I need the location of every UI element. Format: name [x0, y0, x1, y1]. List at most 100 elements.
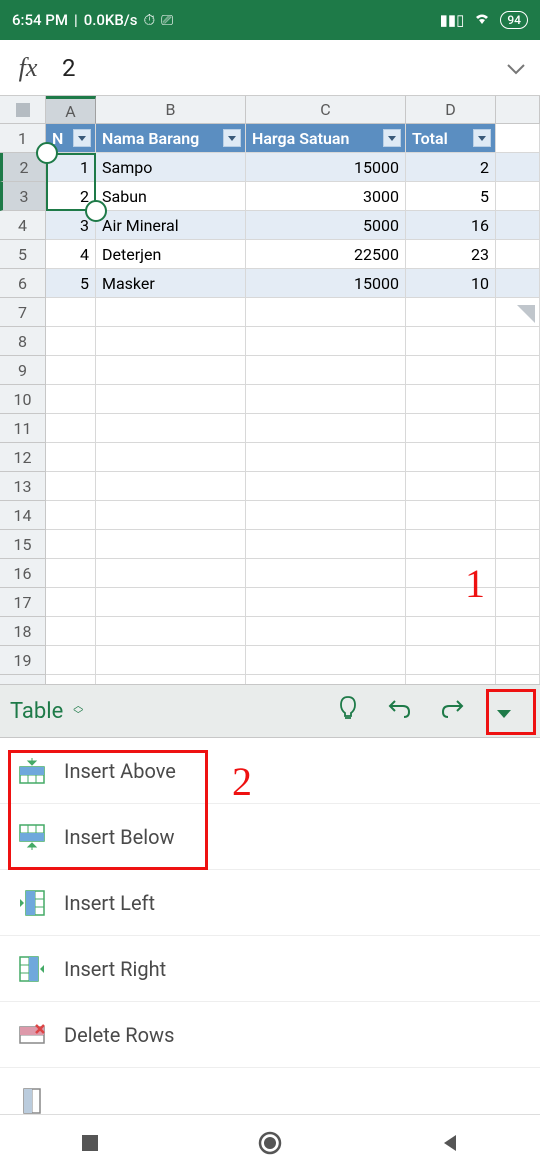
column-header-C[interactable]: C	[246, 96, 406, 124]
cell[interactable]: 23	[406, 240, 496, 269]
cell[interactable]	[96, 298, 246, 327]
cell[interactable]	[46, 530, 96, 559]
cell[interactable]	[96, 530, 246, 559]
row-header-4[interactable]: 4	[0, 211, 46, 240]
cell[interactable]	[496, 356, 540, 385]
cell[interactable]	[406, 356, 496, 385]
cell[interactable]	[246, 356, 406, 385]
cell[interactable]	[496, 501, 540, 530]
cell[interactable]	[496, 414, 540, 443]
cell[interactable]: 1	[46, 153, 96, 182]
cell[interactable]	[496, 124, 540, 153]
cell[interactable]: Air Mineral	[96, 211, 246, 240]
cell[interactable]	[46, 356, 96, 385]
lightbulb-icon[interactable]	[322, 695, 374, 727]
cell[interactable]: Harga Satuan	[246, 124, 406, 153]
cell[interactable]	[96, 385, 246, 414]
cell[interactable]	[496, 153, 540, 182]
cell[interactable]: 3000	[246, 182, 406, 211]
cell[interactable]	[406, 327, 496, 356]
cell[interactable]	[96, 617, 246, 646]
cell[interactable]	[496, 211, 540, 240]
cell[interactable]	[96, 443, 246, 472]
cell[interactable]	[246, 588, 406, 617]
cell[interactable]: Masker	[96, 269, 246, 298]
cell[interactable]: 2	[46, 182, 96, 211]
cell[interactable]: 15000	[246, 269, 406, 298]
filter-dropdown-icon[interactable]	[383, 129, 401, 147]
cell[interactable]: 16	[406, 211, 496, 240]
cell[interactable]	[96, 646, 246, 675]
cell[interactable]	[496, 472, 540, 501]
cell[interactable]	[496, 588, 540, 617]
cell[interactable]	[246, 646, 406, 675]
chevron-down-icon[interactable]	[492, 56, 540, 80]
row-header-3[interactable]: 3	[0, 182, 46, 211]
row-header-17[interactable]: 17	[0, 588, 46, 617]
cell[interactable]	[496, 530, 540, 559]
cell[interactable]	[246, 443, 406, 472]
column-header-A[interactable]: A	[46, 96, 96, 124]
cell[interactable]	[406, 443, 496, 472]
cell[interactable]: Deterjen	[96, 240, 246, 269]
cell[interactable]: Nama Barang	[96, 124, 246, 153]
cell[interactable]: 5	[46, 269, 96, 298]
cell[interactable]	[406, 501, 496, 530]
menu-item-insert-right[interactable]: Insert Right	[0, 936, 540, 1002]
row-header-5[interactable]: 5	[0, 240, 46, 269]
row-header-14[interactable]: 14	[0, 501, 46, 530]
cell[interactable]	[96, 356, 246, 385]
autofit-icon[interactable]	[514, 302, 538, 326]
cell[interactable]: 22500	[246, 240, 406, 269]
row-header-1[interactable]: 1	[0, 124, 46, 153]
cell[interactable]	[46, 588, 96, 617]
cell[interactable]	[496, 327, 540, 356]
cell[interactable]	[96, 414, 246, 443]
column-header-B[interactable]: B	[96, 96, 246, 124]
cell[interactable]: 5	[406, 182, 496, 211]
cell[interactable]	[496, 385, 540, 414]
row-header-11[interactable]: 11	[0, 414, 46, 443]
cell[interactable]	[246, 327, 406, 356]
row-header-8[interactable]: 8	[0, 327, 46, 356]
row-header-12[interactable]: 12	[0, 443, 46, 472]
cell[interactable]	[406, 646, 496, 675]
cell[interactable]	[46, 385, 96, 414]
cell[interactable]: 4	[46, 240, 96, 269]
cell[interactable]	[406, 414, 496, 443]
row-header-7[interactable]: 7	[0, 298, 46, 327]
menu-item-insert-left[interactable]: Insert Left	[0, 870, 540, 936]
cell[interactable]: 10	[406, 269, 496, 298]
cell[interactable]	[246, 530, 406, 559]
cell[interactable]	[96, 472, 246, 501]
row-header-2[interactable]: 2	[0, 153, 46, 182]
cell[interactable]	[46, 617, 96, 646]
filter-dropdown-icon[interactable]	[73, 129, 91, 147]
cell[interactable]	[246, 414, 406, 443]
cell[interactable]: Sampo	[96, 153, 246, 182]
cell[interactable]: N	[46, 124, 96, 153]
spreadsheet-grid[interactable]: ABCD 1234567891011121314151617181920 NNa…	[0, 96, 540, 676]
cell[interactable]	[46, 646, 96, 675]
cell[interactable]	[406, 617, 496, 646]
cell[interactable]	[96, 559, 246, 588]
row-header-18[interactable]: 18	[0, 617, 46, 646]
cell[interactable]	[246, 501, 406, 530]
cell[interactable]	[406, 298, 496, 327]
cell[interactable]	[46, 472, 96, 501]
column-header-D[interactable]: D	[406, 96, 496, 124]
nav-back-icon[interactable]	[435, 1128, 465, 1158]
cell[interactable]	[46, 298, 96, 327]
cell[interactable]	[246, 298, 406, 327]
formula-bar[interactable]: fx 2	[0, 40, 540, 96]
cell[interactable]	[246, 617, 406, 646]
cell[interactable]	[96, 501, 246, 530]
cell[interactable]	[496, 269, 540, 298]
cell[interactable]	[46, 443, 96, 472]
cell[interactable]	[96, 588, 246, 617]
cell[interactable]	[406, 385, 496, 414]
filter-dropdown-icon[interactable]	[223, 129, 241, 147]
cell[interactable]	[46, 559, 96, 588]
row-header-16[interactable]: 16	[0, 559, 46, 588]
column-header-blank[interactable]	[496, 96, 540, 124]
